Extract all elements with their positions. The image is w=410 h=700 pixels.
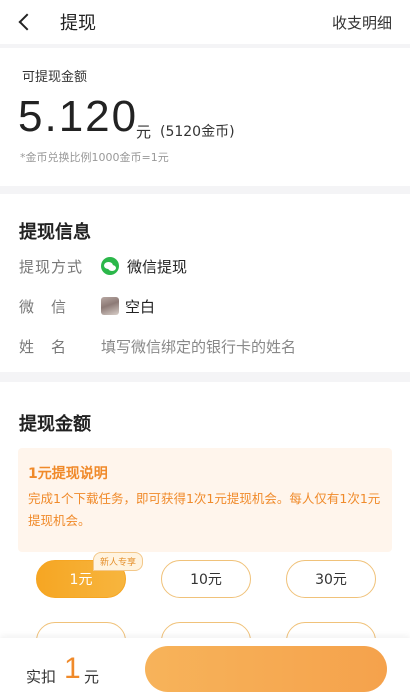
deduct-amount: 1 [64,652,81,685]
deduct-label: 实扣 [26,668,57,686]
newcomer-badge: 新人专享 [93,552,144,571]
back-button[interactable] [0,0,48,44]
bottom-bar: 实扣 1 元 [0,638,410,700]
balance-card: 可提现金额 5.120 元 (5120金币) *金币兑换比例1000金币=1元 [0,48,410,186]
withdraw-info-title: 提现信息 [19,222,91,243]
amount-option-10[interactable]: 10元 [161,560,251,598]
name-label: 姓 名 [19,337,68,356]
method-row[interactable]: 提现方式 微信提现 [19,254,187,278]
amount-unit: 元 [136,123,152,141]
avatar [101,297,119,315]
name-input[interactable]: 填写微信绑定的银行卡的姓名 [101,336,296,357]
method-value: 微信提现 [101,256,187,277]
wechat-nickname: 空白 [125,297,156,316]
exchange-rate-note: *金币兑换比例1000金币=1元 [20,151,169,164]
withdraw-info-card: 提现信息 提现方式 微信提现 微 信 空白 姓 名 填写微信绑定的银行卡的姓名 [0,194,410,372]
wechat-row: 微 信 空白 [19,294,155,318]
wechat-account: 空白 [101,296,155,317]
withdraw-amount-title: 提现金额 [19,414,91,435]
header-bar: 提现 收支明细 [0,0,410,44]
available-amount-label: 可提现金额 [22,70,88,85]
transaction-detail-link[interactable]: 收支明细 [332,12,392,33]
withdraw-submit-button[interactable] [145,646,387,692]
notice-body: 完成1个下载任务，即可获得1次1元提现机会。每人仅有1次1元提现机会。 [28,491,381,528]
wechat-label: 微 信 [19,297,68,316]
page-title: 提现 [60,13,96,34]
name-row: 姓 名 填写微信绑定的银行卡的姓名 [19,334,296,358]
amount-option-30[interactable]: 30元 [286,560,376,598]
chevron-left-icon [18,13,36,31]
available-amount: 5.120 [18,92,139,141]
notice-box: 1元提现说明 完成1个下载任务，即可获得1次1元提现机会。每人仅有1次1元提现机… [18,448,392,552]
deduct-unit: 元 [84,668,100,686]
notice-title: 1元提现说明 [28,466,108,482]
method-value-text: 微信提现 [127,257,188,276]
coin-count: (5120金币) [160,124,235,140]
wechat-icon [101,257,119,275]
method-label: 提现方式 [19,257,84,276]
